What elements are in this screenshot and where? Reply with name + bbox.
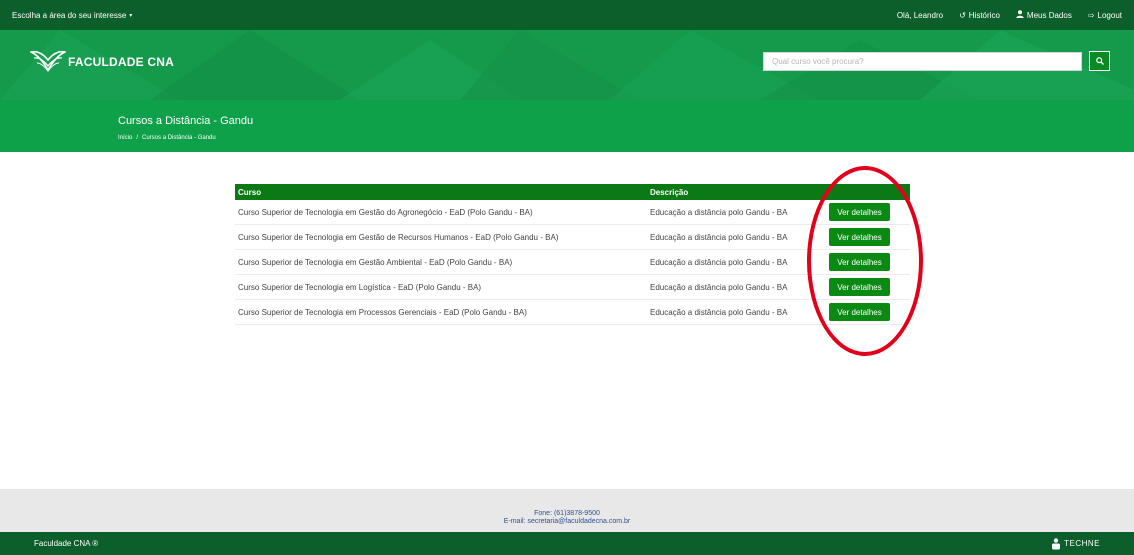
footer-contact: Fone: (61)3878-9500 E-mail: secretaria@f… — [0, 489, 1134, 532]
course-name: Curso Superior de Tecnologia em Processo… — [238, 308, 527, 317]
brand-name: FACULDADE CNA — [68, 55, 174, 69]
course-name: Curso Superior de Tecnologia em Gestão A… — [238, 258, 513, 267]
search-button[interactable] — [1089, 51, 1110, 71]
site-header: FACULDADE CNA — [0, 30, 1134, 100]
course-description: Educação a distância polo Gandu - BA — [650, 258, 788, 267]
bottom-bar: Faculdade CNA ® TECHNE — [0, 532, 1134, 555]
techne-logo[interactable]: TECHNE — [1051, 537, 1100, 550]
table-row: Curso Superior de Tecnologia em Gestão d… — [235, 200, 910, 225]
breadcrumb-current: Cursos a Distância - Gandu — [142, 135, 216, 141]
table-row: Curso Superior de Tecnologia em Processo… — [235, 300, 910, 325]
meus-dados-label: Meus Dados — [1026, 10, 1072, 20]
top-navbar: Escolha a área do seu interesse ▾ Olá, L… — [0, 0, 1134, 30]
course-name: Curso Superior de Tecnologia em Gestão d… — [238, 208, 533, 217]
course-description: Educação a distância polo Gandu - BA — [650, 233, 788, 242]
column-header-descricao: Descrição — [650, 187, 689, 197]
copyright-text: Faculdade CNA ® — [34, 539, 99, 548]
techne-label: TECHNE — [1064, 539, 1100, 548]
course-description: Educação a distância polo Gandu - BA — [650, 283, 788, 292]
breadcrumb-home-link[interactable]: Início — [118, 135, 132, 141]
breadcrumb: Início / Cursos a Distância - Gandu — [118, 135, 216, 141]
table-header: Curso Descrição — [235, 184, 910, 200]
breadcrumb-separator: / — [136, 135, 139, 141]
footer-phone: Fone: (61)3878-9500 — [534, 510, 600, 517]
page-header-band: Cursos a Distância - Gandu Início / Curs… — [0, 100, 1134, 152]
area-dropdown-label: Escolha a área do seu interesse — [12, 10, 127, 20]
page-title: Cursos a Distância - Gandu — [118, 115, 254, 127]
historico-link[interactable]: ↺ Histórico — [959, 11, 1000, 20]
course-description: Educação a distância polo Gandu - BA — [650, 308, 788, 317]
meus-dados-link[interactable]: Meus Dados — [1016, 10, 1072, 20]
user-icon — [1016, 10, 1024, 20]
history-icon: ↺ — [959, 10, 966, 20]
course-name: Curso Superior de Tecnologia em Logístic… — [238, 283, 482, 292]
historico-label: Histórico — [968, 10, 1000, 20]
search-icon — [1095, 57, 1104, 65]
logout-label: Logout — [1097, 10, 1122, 20]
area-dropdown[interactable]: Escolha a área do seu interesse ▾ — [12, 11, 132, 20]
highlight-ellipse — [807, 166, 923, 356]
logout-link[interactable]: ⇨ Logout — [1088, 11, 1122, 20]
column-header-curso: Curso — [238, 187, 262, 197]
caret-down-icon: ▾ — [129, 12, 133, 19]
logout-icon: ⇨ — [1087, 10, 1095, 20]
site-logo[interactable]: FACULDADE CNA — [30, 48, 174, 76]
logo-mark-icon — [30, 50, 66, 72]
greeting-text: Olá, Leandro — [896, 10, 944, 20]
course-name: Curso Superior de Tecnologia em Gestão d… — [238, 233, 559, 242]
course-description: Educação a distância polo Gandu - BA — [650, 208, 788, 217]
search-input[interactable] — [764, 53, 1081, 70]
search-box — [763, 52, 1082, 71]
techne-logo-icon — [1052, 537, 1061, 549]
footer-email[interactable]: E-mail: secretaria@faculdadecna.com.br — [0, 518, 1134, 525]
